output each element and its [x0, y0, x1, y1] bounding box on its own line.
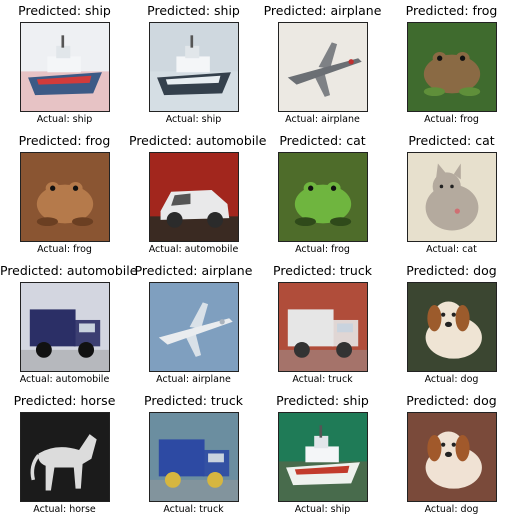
actual-label: Actual: ship [294, 504, 351, 515]
prediction-cell: Predicted: airplane Actual: airplane [258, 0, 387, 130]
sample-image-ship [278, 412, 368, 502]
actual-label: Actual: frog [424, 114, 479, 125]
actual-label: Actual: automobile [19, 374, 110, 385]
sample-image-airplane [149, 282, 239, 372]
predicted-label: Predicted: dog [406, 393, 497, 408]
predicted-label: Predicted: ship [147, 3, 240, 18]
sample-image-dog [407, 282, 497, 372]
prediction-cell: Predicted: truck Actual: truck [258, 260, 387, 390]
sample-image-cat [407, 152, 497, 242]
predicted-label: Predicted: airplane [263, 3, 382, 18]
sample-image-car [149, 152, 239, 242]
predicted-label: Predicted: automobile [0, 263, 138, 278]
actual-label: Actual: frog [295, 244, 350, 255]
actual-label: Actual: ship [36, 114, 93, 125]
actual-label: Actual: dog [424, 504, 479, 515]
prediction-cell: Predicted: ship Actual: ship [258, 390, 387, 520]
prediction-cell: Predicted: dog Actual: dog [387, 390, 516, 520]
sample-image-truck [278, 282, 368, 372]
prediction-cell: Predicted: ship Actual: ship [0, 0, 129, 130]
prediction-cell: Predicted: truck Actual: truck [129, 390, 258, 520]
actual-label: Actual: airplane [285, 114, 360, 125]
predicted-label: Predicted: airplane [134, 263, 253, 278]
predicted-label: Predicted: cat [279, 133, 366, 148]
prediction-cell: Predicted: frog Actual: frog [0, 130, 129, 260]
predicted-label: Predicted: cat [408, 133, 495, 148]
actual-label: Actual: dog [424, 374, 479, 385]
prediction-cell: Predicted: frog Actual: frog [387, 0, 516, 130]
prediction-cell: Predicted: cat Actual: cat [387, 130, 516, 260]
predicted-label: Predicted: frog [18, 133, 111, 148]
actual-label: Actual: cat [426, 244, 477, 255]
actual-label: Actual: truck [292, 374, 353, 385]
sample-image-dog [407, 412, 497, 502]
prediction-cell: Predicted: horse Actual: horse [0, 390, 129, 520]
prediction-cell: Predicted: dog Actual: dog [387, 260, 516, 390]
prediction-grid: Predicted: ship Actual: ship Predicted: sh… [0, 0, 516, 520]
actual-label: Actual: horse [33, 504, 96, 515]
prediction-cell: Predicted: automobile Actual: automobile [0, 260, 138, 390]
predicted-label: Predicted: ship [276, 393, 369, 408]
sample-image-truck [149, 412, 239, 502]
sample-image-horse [20, 412, 110, 502]
sample-image-ship [149, 22, 239, 112]
predicted-label: Predicted: truck [273, 263, 372, 278]
actual-label: Actual: truck [163, 504, 224, 515]
predicted-label: Predicted: dog [406, 263, 497, 278]
actual-label: Actual: automobile [148, 244, 239, 255]
sample-image-ship [20, 22, 110, 112]
predicted-label: Predicted: truck [144, 393, 243, 408]
actual-label: Actual: ship [165, 114, 222, 125]
sample-image-frog [20, 152, 110, 242]
prediction-cell: Predicted: automobile Actual: automobile [129, 130, 267, 260]
actual-label: Actual: airplane [156, 374, 231, 385]
prediction-cell: Predicted: ship Actual: ship [129, 0, 258, 130]
sample-image-frog [407, 22, 497, 112]
sample-image-airplane [278, 22, 368, 112]
predicted-label: Predicted: automobile [129, 133, 267, 148]
predicted-label: Predicted: frog [405, 3, 498, 18]
sample-image-truck [20, 282, 110, 372]
predicted-label: Predicted: ship [18, 3, 111, 18]
predicted-label: Predicted: horse [13, 393, 116, 408]
prediction-cell: Predicted: airplane Actual: airplane [129, 260, 258, 390]
prediction-cell: Predicted: cat Actual: frog [258, 130, 387, 260]
sample-image-frog [278, 152, 368, 242]
actual-label: Actual: frog [37, 244, 92, 255]
